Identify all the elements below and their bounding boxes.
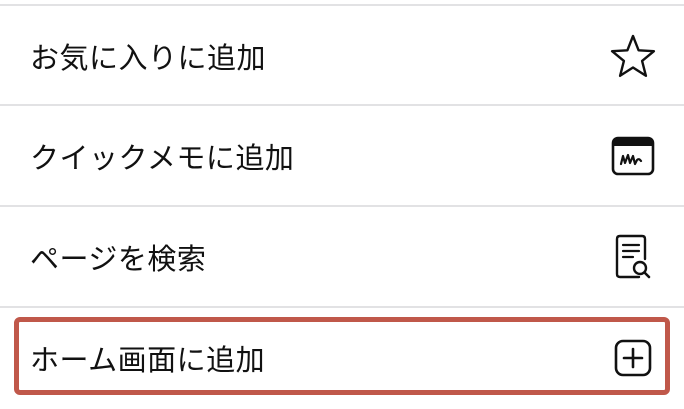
menu-item-label: お気に入りに追加 [30, 41, 267, 75]
share-action-menu: お気に入りに追加 クイックメモに追加 ページを検索 ホーム画面に追加 [0, 0, 684, 409]
menu-item-label: ページを検索 [30, 242, 207, 276]
find-on-page-icon [608, 232, 658, 282]
star-icon [608, 31, 658, 81]
highlight-box [14, 317, 670, 395]
menu-item-add-to-favorites[interactable]: お気に入りに追加 [0, 6, 684, 106]
menu-item-add-to-quick-note[interactable]: クイックメモに追加 [0, 106, 684, 206]
menu-item-label: クイックメモに追加 [30, 141, 295, 175]
menu-item-find-on-page[interactable]: ページを検索 [0, 207, 684, 307]
quick-note-icon [608, 131, 658, 181]
